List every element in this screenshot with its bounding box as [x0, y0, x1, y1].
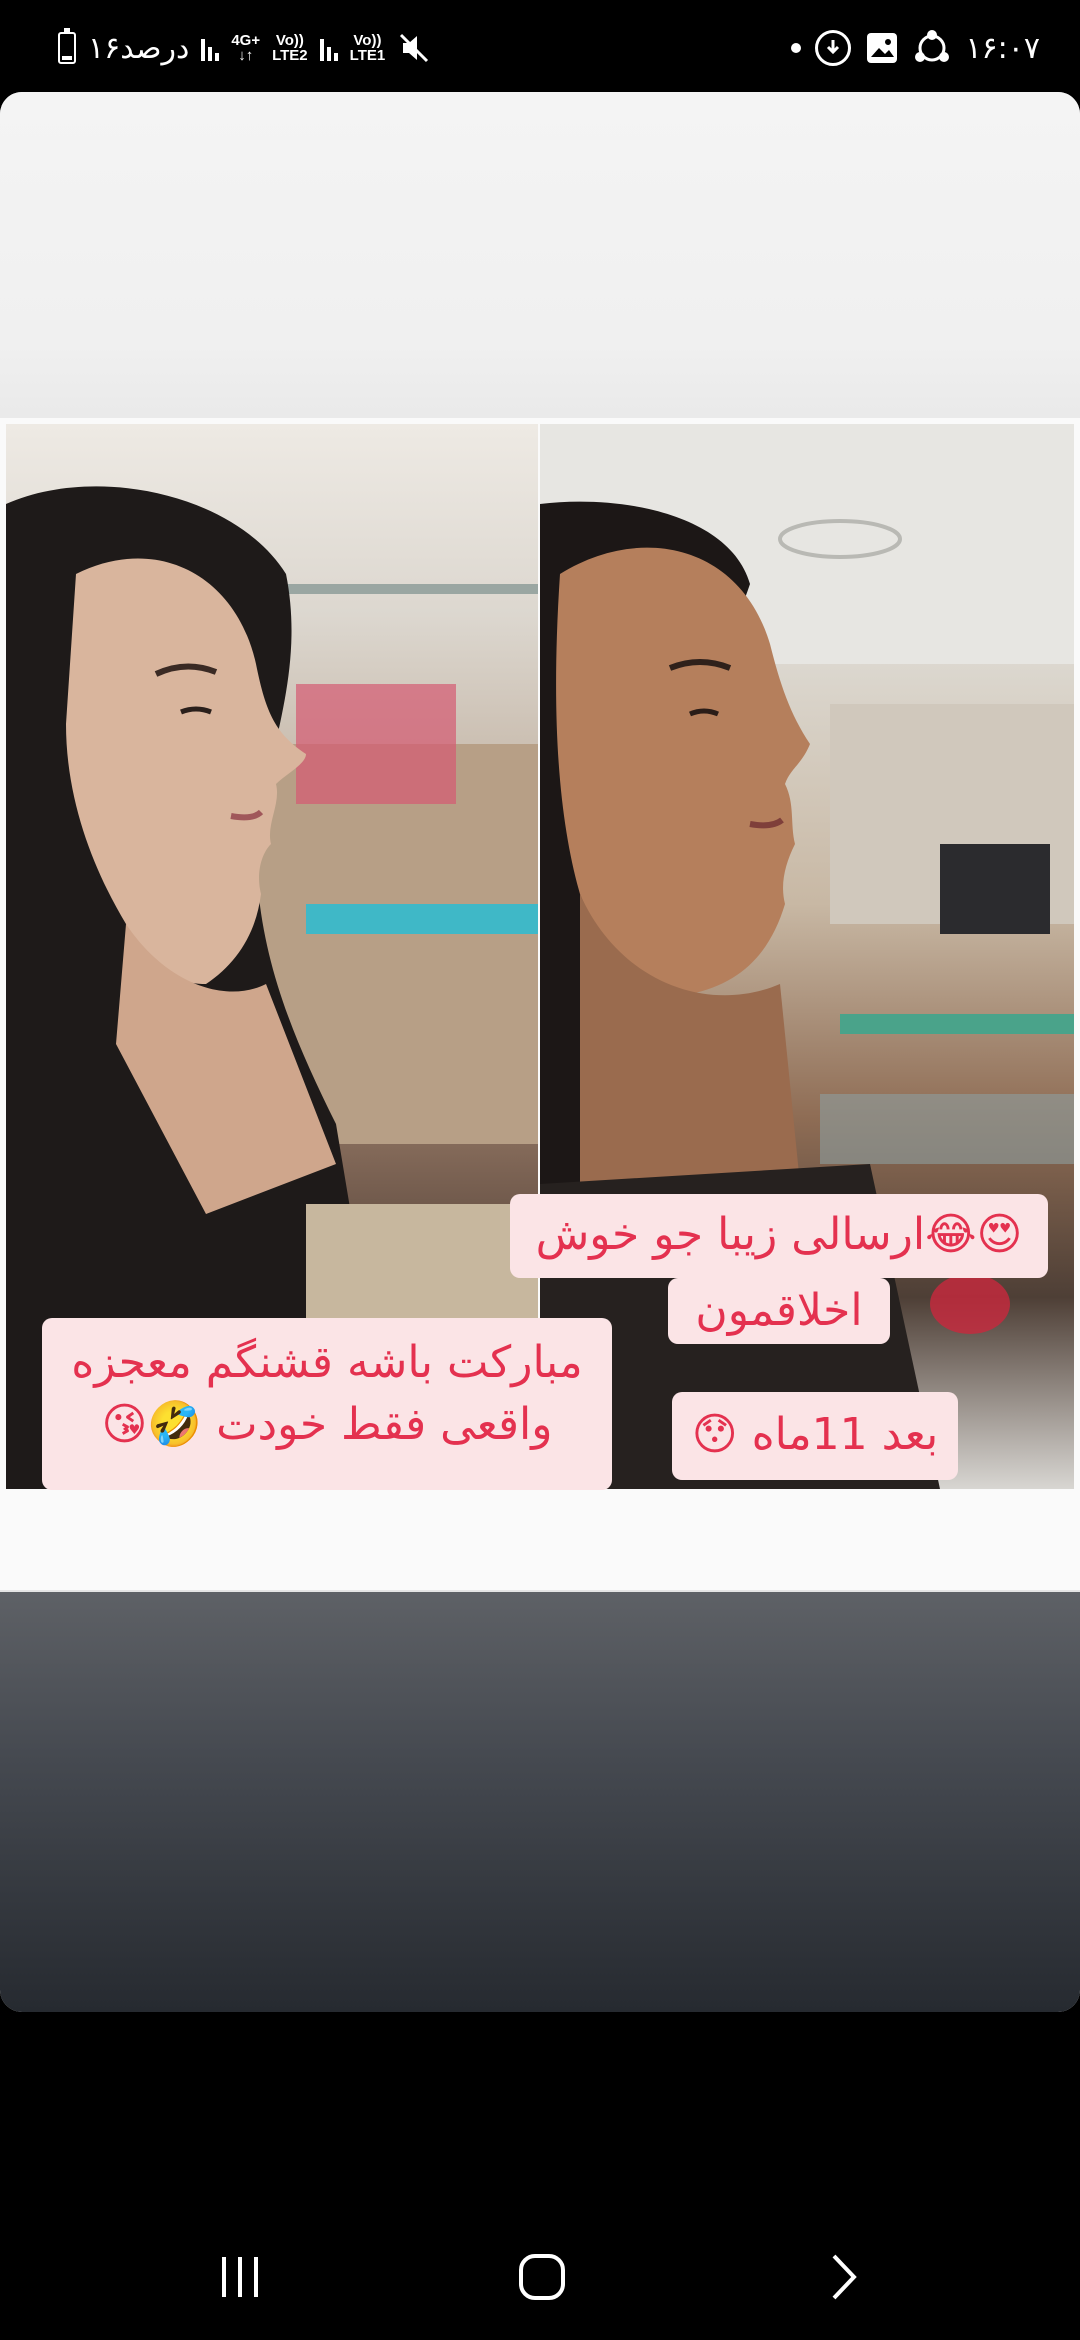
caption-right-bottom: بعد 11ماه 😯 — [672, 1392, 958, 1480]
battery-icon — [58, 28, 76, 64]
home-button[interactable] — [502, 2242, 582, 2312]
caption-right-top-line-2: اخلاقمون — [695, 1285, 863, 1336]
network-type: 4G+ ↓↑ — [231, 32, 261, 64]
caption-left-line-2: واقعی فقط خودت 🤣😘 — [101, 1399, 553, 1450]
caption-left: مبارکت باشه قشنگم معجزه واقعی فقط خودت 🤣… — [42, 1318, 612, 1490]
download-icon — [815, 30, 852, 66]
recent-apps-icon — [222, 2257, 258, 2297]
caption-left-line-1: مبارکت باشه قشنگم معجزه — [71, 1337, 583, 1388]
bottom-gradient-area — [0, 1592, 1080, 2012]
status-bar: ۱۶درصد 4G+ ↓↑ Vo)) LTE2 Vo)) LTE1 ۱۶:۰۷ — [0, 0, 1080, 92]
caption-right-bottom-text: بعد 11ماه 😯 — [691, 1409, 939, 1460]
chevron-right-icon — [832, 2254, 857, 2300]
home-icon — [519, 2254, 565, 2300]
back-button[interactable] — [804, 2242, 884, 2312]
navigation-bar — [0, 2200, 1080, 2340]
clock: ۱۶:۰۷ — [965, 30, 1040, 66]
caption-right-top-2: اخلاقمون — [668, 1278, 890, 1344]
status-left: ۱۶درصد 4G+ ↓↑ Vo)) LTE2 Vo)) LTE1 — [58, 28, 431, 68]
signal-icon — [201, 35, 220, 61]
caption-right-top: 😍😂ارسالی زیبا جو خوش — [510, 1194, 1048, 1278]
share-icon — [915, 30, 950, 62]
signal-icon — [319, 35, 338, 61]
status-right: ۱۶:۰۷ — [791, 28, 1040, 68]
gallery-icon — [867, 33, 898, 63]
notification-dot-icon — [791, 43, 802, 53]
lte2-indicator: Vo)) LTE2 — [272, 32, 308, 64]
recent-apps-button[interactable] — [200, 2242, 280, 2312]
caption-right-top-line-1: 😍😂ارسالی زیبا جو خوش — [535, 1209, 1023, 1260]
mute-icon — [400, 33, 429, 63]
lte1-indicator: Vo)) LTE1 — [349, 32, 386, 64]
battery-level: ۱۶درصد — [88, 30, 190, 66]
